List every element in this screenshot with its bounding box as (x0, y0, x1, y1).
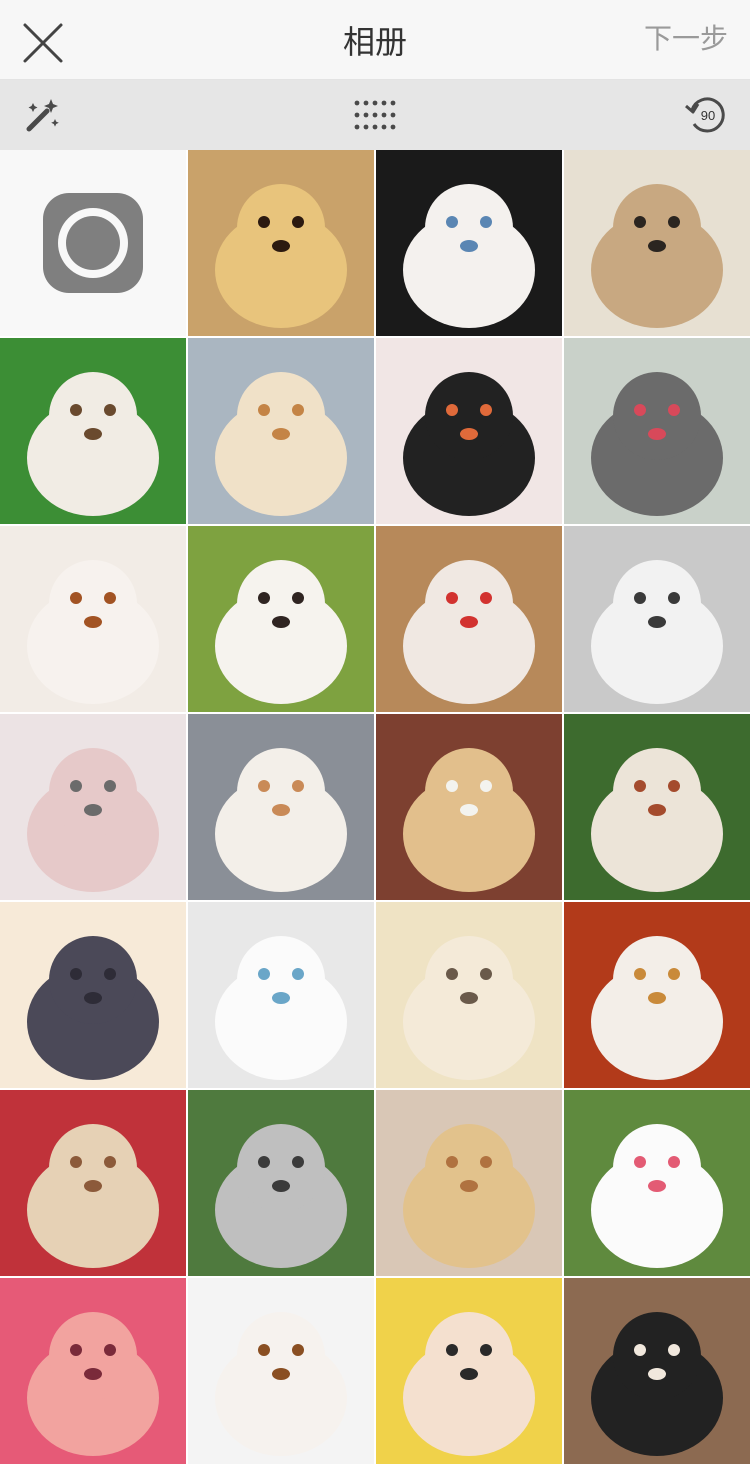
photo-thumbnail-white-kitten[interactable] (376, 150, 562, 336)
photo-thumbnail-two-chicks[interactable] (376, 1090, 562, 1276)
photo-thumbnail-boston-terrier[interactable] (376, 338, 562, 524)
photo-thumbnail-gray-cat[interactable] (0, 902, 186, 1088)
rotate-90-icon[interactable]: 90 (682, 90, 732, 140)
photo-thumbnail-boy-with-dog[interactable] (376, 1278, 562, 1464)
photo-thumbnail-hamster[interactable] (376, 902, 562, 1088)
photo-thumbnail-dogs-on-road[interactable] (188, 1090, 374, 1276)
photo-thumbnail-white-cat[interactable] (188, 902, 374, 1088)
photo-thumbnail-golden-puppy[interactable] (188, 150, 374, 336)
photo-thumbnail-poodles-stripes[interactable] (376, 526, 562, 712)
photo-thumbnail-pug[interactable] (564, 150, 750, 336)
page-title: 相册 (342, 23, 407, 61)
edit-toolbar: 90 (0, 80, 750, 150)
photo-thumbnail-winking-chihuahua[interactable] (188, 338, 374, 524)
grid-dots-icon[interactable] (350, 90, 400, 140)
photo-thumbnail-husky-puppies[interactable] (564, 526, 750, 712)
photo-thumbnail-beagle-closeup[interactable] (564, 902, 750, 1088)
photo-thumbnail-chow-puppy[interactable] (0, 338, 186, 524)
camera-capture-button[interactable] (0, 150, 186, 336)
app-header: 相册 下一步 (0, 0, 750, 80)
camera-capture-icon (43, 193, 143, 293)
photo-thumbnail-samoyed[interactable] (564, 1090, 750, 1276)
photo-thumbnail-spaniel-puppy[interactable] (0, 526, 186, 712)
photo-thumbnail-bulldog-puppies[interactable] (0, 1090, 186, 1276)
rotate-badge-text: 90 (701, 108, 715, 123)
photo-thumbnail-poodle-in-shirt[interactable] (564, 338, 750, 524)
photo-thumbnail-beagle-puppy[interactable] (188, 1278, 374, 1464)
photo-thumbnail-persian-kitten[interactable] (188, 714, 374, 900)
photo-thumbnail-sleeping-kitten[interactable] (0, 714, 186, 900)
photo-thumbnail-pink-pig[interactable] (0, 1278, 186, 1464)
photo-thumbnail-black-kitten[interactable] (564, 1278, 750, 1464)
photo-thumbnail-three-puppies[interactable] (188, 526, 374, 712)
next-step-button[interactable]: 下一步 (644, 0, 728, 80)
photo-thumbnail-corgi-scarf[interactable] (376, 714, 562, 900)
magic-wand-icon[interactable] (18, 90, 68, 140)
photo-thumbnail-kitten-pot[interactable] (564, 714, 750, 900)
